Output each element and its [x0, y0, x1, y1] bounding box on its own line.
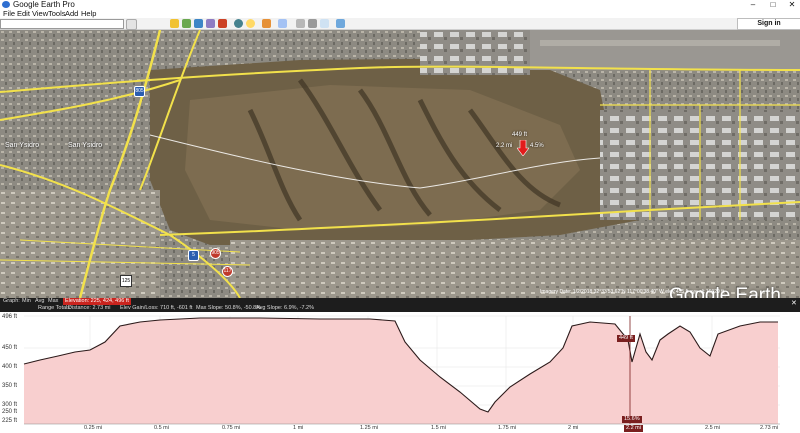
placemark-icon[interactable]: [517, 140, 529, 156]
menu-add[interactable]: Add: [65, 9, 78, 18]
elevation-readout: Elevation: 225, 424, 496 ft: [63, 298, 131, 305]
sidebar-toggle-icon[interactable]: [126, 19, 137, 30]
historical-imagery-icon[interactable]: [234, 19, 243, 28]
satellite-imagery: [0, 30, 800, 298]
email-icon[interactable]: [296, 19, 305, 28]
x-tick: 0.5 mi: [154, 425, 169, 431]
highway-shield-117: 117: [222, 266, 233, 277]
x-tick: 0.25 mi: [84, 425, 103, 431]
highway-shield-905: 905: [210, 248, 221, 259]
graph-label: Graph:: [3, 298, 20, 304]
highway-shield-805: 805: [134, 86, 145, 97]
print-icon[interactable]: [308, 19, 317, 28]
ruler-icon[interactable]: [278, 19, 287, 28]
highway-shield-5: 5: [188, 250, 199, 261]
max-slope: Max Slope: 50.8%, -50.8%: [196, 305, 262, 311]
cursor-slope-badge: 15.6%: [622, 416, 642, 423]
menu-view[interactable]: View: [32, 9, 48, 18]
avg-slope: Avg Slope: 6.9%, -7.2%: [256, 305, 314, 311]
highway-shield-125: 125: [120, 275, 132, 287]
elevation-profile-header: Graph: Min Avg Max Elevation: 225, 424, …: [0, 298, 800, 312]
point-slope-label: 4.5%: [530, 143, 544, 149]
elev-gain-loss: Elev Gain/Loss: 710 ft, -601 ft: [120, 305, 193, 311]
path-tool-icon[interactable]: [194, 19, 203, 28]
title-bar: Google Earth Pro – □ ✕: [0, 0, 800, 9]
search-input[interactable]: [0, 19, 124, 29]
save-image-icon[interactable]: [320, 19, 329, 28]
close-button[interactable]: ✕: [784, 0, 800, 9]
menu-file[interactable]: File: [3, 9, 15, 18]
graph-max[interactable]: Max: [48, 298, 58, 304]
map-label-san-ysidro: San Ysidro: [5, 142, 40, 149]
menu-help[interactable]: Help: [81, 9, 96, 18]
x-tick: 2 mi: [568, 425, 579, 431]
maximize-button[interactable]: □: [765, 0, 781, 9]
x-tick: 1 mi: [293, 425, 304, 431]
menu-tools[interactable]: Tools: [48, 9, 66, 18]
planets-icon[interactable]: [262, 19, 271, 28]
minimize-button[interactable]: –: [745, 0, 761, 9]
cursor-distance-badge: 2.2 mi: [624, 425, 643, 432]
sunlight-icon[interactable]: [246, 19, 255, 28]
x-tick: 2.5 mi: [705, 425, 720, 431]
app-icon: [2, 1, 10, 8]
placemark-tool-icon[interactable]: [170, 19, 179, 28]
range-totals-label: Range Totals:: [38, 305, 72, 311]
graph-avg[interactable]: Avg: [35, 298, 44, 304]
elevation-chart: [23, 315, 780, 425]
elevation-profile[interactable]: 496 ft 450 ft 400 ft 350 ft 300 ft 250 f…: [0, 312, 800, 433]
x-tick: 2.73 mi: [760, 425, 779, 431]
record-tour-icon[interactable]: [218, 19, 227, 28]
map-view[interactable]: San Ysidro San Ysidro 805 5 905 117 125 …: [0, 30, 800, 298]
distance-readout: Distance: 2.73 mi: [68, 305, 111, 311]
point-elevation-label: 449 ft: [512, 132, 528, 138]
graph-min[interactable]: Min: [22, 298, 31, 304]
toolbar: Sign in: [0, 18, 800, 30]
overlay-tool-icon[interactable]: [206, 19, 215, 28]
point-distance-label: 2.2 mi: [496, 143, 513, 149]
x-tick: 1.5 mi: [431, 425, 446, 431]
view-in-maps-icon[interactable]: [336, 19, 345, 28]
menu-bar: File Edit View Tools Add Help: [0, 9, 800, 18]
close-profile-icon[interactable]: ✕: [791, 299, 797, 307]
cursor-elevation-badge: 449 ft: [617, 335, 635, 342]
x-tick: 0.75 mi: [222, 425, 241, 431]
map-label-san-ysidro-2: San Ysidro: [68, 142, 103, 149]
window-title: Google Earth Pro: [13, 0, 75, 9]
x-tick: 1.75 mi: [498, 425, 517, 431]
menu-edit[interactable]: Edit: [17, 9, 30, 18]
status-bar-text: Imagery Date: 1/2/2018 32°33'53.62"N 117…: [540, 289, 724, 295]
x-tick: 1.25 mi: [360, 425, 379, 431]
sign-in-button[interactable]: Sign in: [737, 18, 800, 30]
polygon-tool-icon[interactable]: [182, 19, 191, 28]
